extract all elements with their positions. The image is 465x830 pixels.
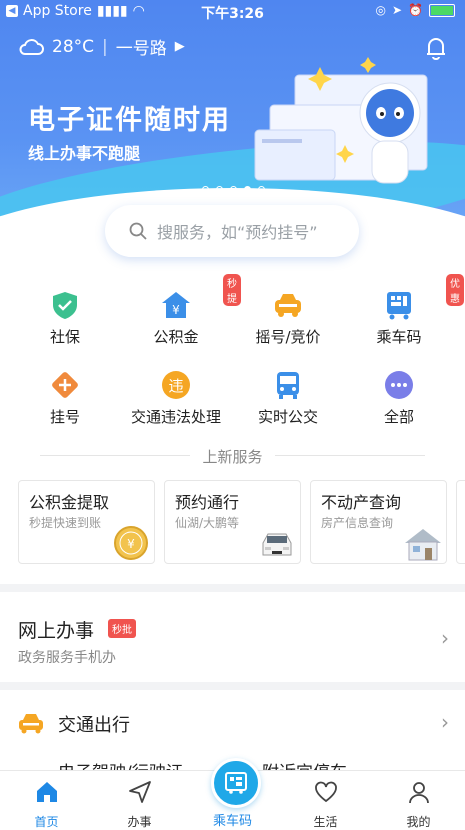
tab-label: 我的 xyxy=(406,815,431,829)
carousel-dot[interactable] xyxy=(258,186,265,193)
badge-youhui: 优惠 xyxy=(446,274,464,306)
carousel-dots[interactable] xyxy=(202,186,265,193)
service-gongjijin[interactable]: ¥ 秒提 公积金 xyxy=(118,274,241,347)
lock-rotation-icon: ◎ xyxy=(375,3,386,17)
service-label: 摇号/竞价 xyxy=(255,328,321,346)
battery-icon xyxy=(429,3,455,17)
divider-line xyxy=(275,455,425,456)
search-placeholder[interactable]: 搜服务，如“预约挂号” xyxy=(157,219,318,243)
user-icon xyxy=(372,779,465,805)
banner[interactable]: ◀ App Store ▮▮▮▮ ◠ 下午3:26 ◎ ➤ ⏰ 28°C | 一… xyxy=(0,0,465,230)
car-front-icon xyxy=(262,533,292,556)
service-traffic-violation[interactable]: 违 交通违法处理 xyxy=(118,370,234,427)
tab-home[interactable]: 首页 xyxy=(0,779,93,830)
service-shebao[interactable]: 社保 xyxy=(7,290,123,347)
new-services-header: 上新服务 xyxy=(0,446,465,467)
svg-text:¥: ¥ xyxy=(127,537,135,551)
badge-miaopi: 秒批 xyxy=(108,619,136,638)
section-gap xyxy=(0,584,465,592)
bus-icon xyxy=(273,370,303,400)
plus-icon xyxy=(50,370,80,400)
service-all[interactable]: 全部 xyxy=(341,370,457,427)
service-label: 交通违法处理 xyxy=(130,408,221,426)
tab-label: 首页 xyxy=(34,815,59,829)
car-icon xyxy=(273,290,303,320)
tab-label-chechema[interactable]: 乘车码 xyxy=(186,810,279,829)
banner-subtitle: 线上办事不跑腿 xyxy=(28,144,141,163)
card-title: 预约通行 xyxy=(175,493,240,512)
carousel-dot[interactable] xyxy=(216,186,223,193)
service-label: 实时公交 xyxy=(257,408,318,426)
card-subtitle: 仙湖/大鹏等 xyxy=(175,516,240,530)
chevron-right-icon[interactable]: › xyxy=(441,626,449,650)
status-bar: ◀ App Store ▮▮▮▮ ◠ 下午3:26 ◎ ➤ ⏰ xyxy=(0,0,465,22)
service-guahao[interactable]: 挂号 xyxy=(7,370,123,427)
location-icon: ➤ xyxy=(391,3,403,17)
card-partial[interactable] xyxy=(456,480,465,564)
car-icon xyxy=(19,714,43,734)
more-icon xyxy=(384,370,414,400)
alarm-icon: ⏰ xyxy=(408,3,423,17)
send-icon xyxy=(93,779,186,805)
qr-bus-icon xyxy=(225,772,247,794)
weather-location-bar[interactable]: 28°C | 一号路 ▶ xyxy=(18,34,185,59)
card-yuyue-tongxing[interactable]: 预约通行 仙湖/大鹏等 xyxy=(164,480,301,564)
section-title: 网上办事 xyxy=(18,620,95,642)
new-services-title: 上新服务 xyxy=(202,448,263,466)
violation-icon: 违 xyxy=(161,370,191,400)
house-yen-icon: ¥ 秒提 xyxy=(161,274,241,320)
card-gongjijin-tiqu[interactable]: 公积金提取 秒提快速到账 ¥ xyxy=(18,480,155,564)
shield-check-icon xyxy=(50,290,80,320)
cloud-icon xyxy=(19,38,44,55)
section-title: 交通出行 xyxy=(58,715,130,736)
service-label: 社保 xyxy=(49,328,80,346)
card-subtitle: 秒提快速到账 xyxy=(29,516,102,530)
service-label: 乘车码 xyxy=(376,328,422,346)
service-realtime-bus[interactable]: 实时公交 xyxy=(230,370,346,427)
card-subtitle: 房产信息查询 xyxy=(321,516,394,530)
card-title: 不动产查询 xyxy=(321,493,402,512)
temperature: 28°C xyxy=(52,36,95,57)
tab-wode[interactable]: 我的 xyxy=(372,779,465,830)
card-title: 公积金提取 xyxy=(29,493,110,512)
search-bar[interactable]: 搜服务，如“预约挂号” xyxy=(105,205,359,257)
service-chechema[interactable]: 优惠 乘车码 xyxy=(341,274,464,347)
service-label: 公积金 xyxy=(153,328,199,346)
home-icon xyxy=(0,779,93,805)
bell-icon[interactable] xyxy=(425,36,447,60)
qr-bus-button[interactable] xyxy=(211,758,261,808)
svg-text:违: 违 xyxy=(168,377,183,395)
service-yaohao[interactable]: 摇号/竞价 xyxy=(230,290,346,347)
divider: | xyxy=(102,36,108,57)
section-gap xyxy=(0,682,465,690)
heart-icon xyxy=(279,779,372,805)
coin-icon: ¥ xyxy=(114,526,148,560)
search-icon xyxy=(129,222,147,240)
carousel-dot-active[interactable] xyxy=(244,186,251,193)
location-name[interactable]: 一号路 xyxy=(116,34,167,59)
section-subtitle: 政务服务手机办 xyxy=(18,650,116,666)
chevron-right-icon[interactable]: › xyxy=(441,710,449,734)
play-arrow-icon[interactable]: ▶ xyxy=(175,39,185,54)
online-affairs-section[interactable]: 网上办事 秒批 政务服务手机办 › xyxy=(0,598,465,680)
card-budongchan-chaxun[interactable]: 不动产查询 房产信息查询 xyxy=(310,480,447,564)
banner-title: 电子证件随时用 xyxy=(28,105,231,136)
divider-line xyxy=(40,455,190,456)
new-services-carousel[interactable]: 公积金提取 秒提快速到账 ¥ 预约通行 仙湖/大鹏等 不动产查询 房产信息查询 xyxy=(18,480,465,564)
tab-shenghuo[interactable]: 生活 xyxy=(279,779,372,830)
id-cards-illustration xyxy=(254,57,428,184)
tab-label: 办事 xyxy=(127,815,152,829)
tab-banshi[interactable]: 办事 xyxy=(93,779,186,830)
carousel-dot[interactable] xyxy=(230,186,237,193)
tab-label: 生活 xyxy=(313,815,338,829)
bus-code-icon: 优惠 xyxy=(384,274,464,320)
service-label: 全部 xyxy=(383,408,414,426)
house-icon xyxy=(405,529,441,561)
svg-text:¥: ¥ xyxy=(172,303,180,317)
carousel-dot[interactable] xyxy=(202,186,209,193)
service-label: 挂号 xyxy=(49,408,80,426)
